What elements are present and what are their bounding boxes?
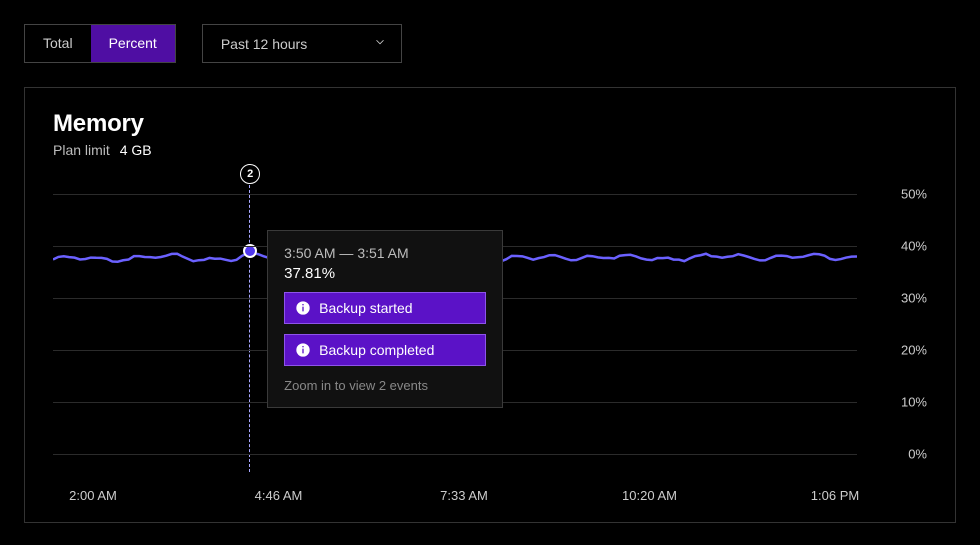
grid-line — [53, 454, 857, 455]
plan-limit-label: Plan limit — [53, 142, 110, 158]
info-icon — [295, 300, 311, 316]
x-tick-label: 4:46 AM — [255, 488, 303, 503]
time-range-select[interactable]: Past 12 hours — [202, 24, 402, 63]
time-range-value: Past 12 hours — [221, 36, 307, 52]
y-tick-label: 10% — [867, 395, 927, 410]
x-tick-label: 10:20 AM — [622, 488, 677, 503]
x-tick-label: 1:06 PM — [811, 488, 859, 503]
y-tick-label: 30% — [867, 291, 927, 306]
chevron-down-icon — [373, 35, 387, 52]
event-marker[interactable]: 2 — [249, 180, 250, 472]
event-pill[interactable]: Backup started — [284, 292, 486, 324]
plan-limit: Plan limit 4 GB — [53, 142, 927, 158]
y-tick-label: 20% — [867, 343, 927, 358]
tooltip-zoom-hint: Zoom in to view 2 events — [284, 378, 486, 393]
event-label: Backup started — [319, 300, 412, 316]
event-count-badge[interactable]: 2 — [240, 164, 260, 184]
x-tick-label: 2:00 AM — [69, 488, 117, 503]
memory-chart[interactable]: 2 3:50 AM — 3:51 AM 37.81% Backup starte… — [53, 194, 927, 454]
chart-tooltip: 3:50 AM — 3:51 AM 37.81% Backup started … — [267, 230, 503, 408]
toggle-total[interactable]: Total — [25, 25, 91, 62]
y-tick-label: 50% — [867, 187, 927, 202]
info-icon — [295, 342, 311, 358]
x-tick-label: 7:33 AM — [440, 488, 488, 503]
view-toggle: Total Percent — [24, 24, 176, 63]
plan-limit-value: 4 GB — [120, 142, 152, 158]
panel-title: Memory — [53, 110, 927, 138]
y-tick-label: 0% — [867, 447, 927, 462]
event-pill[interactable]: Backup completed — [284, 334, 486, 366]
event-label: Backup completed — [319, 342, 434, 358]
y-tick-label: 40% — [867, 239, 927, 254]
memory-panel: Memory Plan limit 4 GB 2 3:50 AM — 3:51 … — [24, 87, 956, 523]
tooltip-value: 37.81% — [284, 265, 486, 282]
toggle-percent[interactable]: Percent — [91, 25, 175, 62]
x-axis: 2:00 AM 4:46 AM 7:33 AM 10:20 AM 1:06 PM — [53, 488, 927, 508]
grid-line — [53, 194, 857, 195]
tooltip-time-range: 3:50 AM — 3:51 AM — [284, 245, 486, 261]
